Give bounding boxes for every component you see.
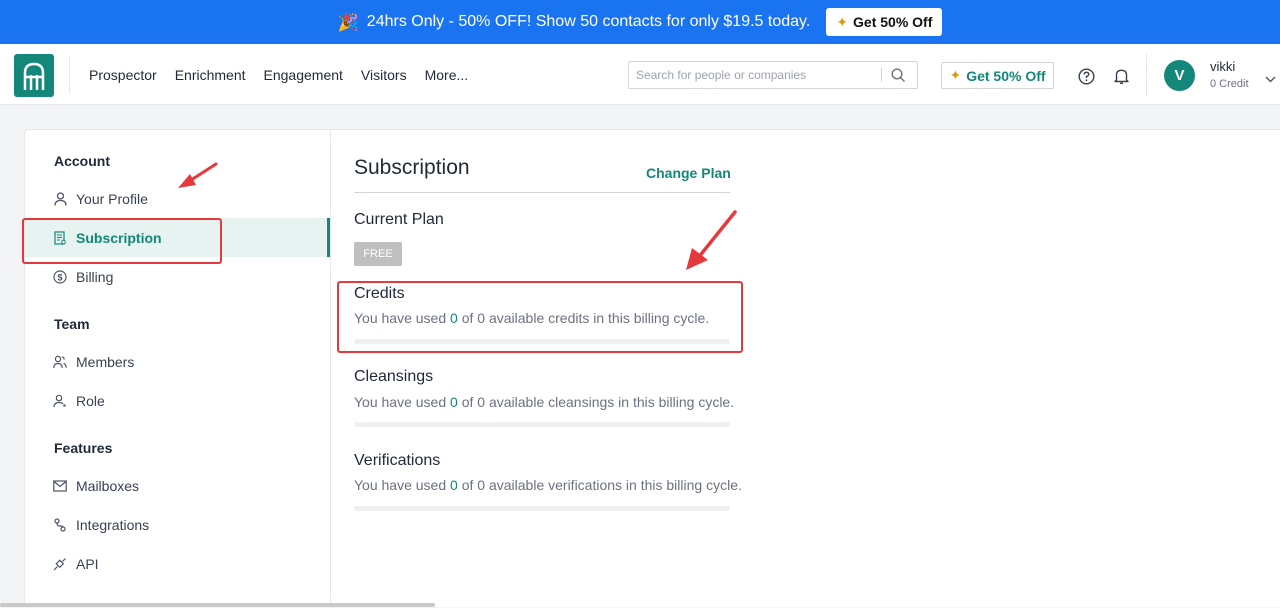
nav-prospector[interactable]: Prospector	[89, 67, 157, 83]
mail-icon	[53, 479, 67, 493]
search-separator	[881, 68, 882, 82]
sidebar-item-label: Billing	[76, 268, 114, 285]
usage-of: of	[461, 394, 474, 410]
verifications-total: 0	[477, 477, 486, 493]
verifications-usage-text: You have used 0 of 0 available verificat…	[354, 477, 742, 493]
promo-button-label: Get 50% Off	[853, 14, 933, 30]
page-title: Subscription	[354, 156, 470, 179]
svg-text:$: $	[57, 272, 62, 282]
verifications-heading: Verifications	[354, 452, 441, 469]
sidebar-item-label: Mailboxes	[76, 477, 140, 494]
search-icon[interactable]	[891, 67, 906, 83]
avatar[interactable]: V	[1164, 60, 1195, 91]
chevron-down-icon[interactable]	[1265, 70, 1276, 88]
sidebar-item-label: Role	[76, 392, 105, 409]
help-icon[interactable]	[1078, 68, 1095, 90]
annotation-arrow-icon	[686, 210, 737, 270]
current-plan-heading: Current Plan	[354, 211, 444, 228]
annotation-arrow-icon	[178, 162, 218, 188]
bell-icon[interactable]	[1113, 67, 1130, 90]
nav-visitors[interactable]: Visitors	[361, 67, 407, 83]
nav-engagement[interactable]: Engagement	[264, 67, 343, 83]
annotation-highlight-credits	[337, 281, 743, 353]
sparkle-icon: ✦	[836, 13, 849, 30]
get-50-off-button[interactable]: ✦ Get 50% Off	[941, 62, 1054, 89]
link-icon	[53, 517, 67, 532]
verifications-progress-bar	[354, 506, 730, 511]
user-icon	[53, 191, 67, 206]
sidebar-item-integrations[interactable]: Integrations	[25, 505, 330, 544]
sidebar-item-label: Integrations	[76, 516, 150, 533]
cleansings-heading: Cleansings	[354, 368, 434, 385]
verifications-suffix: available verifications in this billing …	[488, 477, 742, 493]
usage-of: of	[461, 477, 474, 493]
nav-divider	[69, 56, 70, 94]
sidebar-item-label: Members	[76, 353, 135, 370]
cleansings-suffix: available cleansings in this billing cyc…	[488, 394, 735, 410]
sidebar-item-members[interactable]: Members	[25, 342, 330, 381]
plan-badge: FREE	[354, 242, 402, 266]
user-credit: 0 Credit	[1210, 78, 1249, 90]
top-navigation: Prospector Enrichment Engagement Visitor…	[0, 44, 1280, 105]
user-name[interactable]: vikki	[1210, 59, 1235, 74]
section-title-account: Account	[54, 153, 110, 169]
search-box	[628, 61, 918, 89]
usage-prefix: You have used	[354, 394, 447, 410]
settings-sidebar: Account Your Profile Subscription $ Bill…	[25, 130, 331, 608]
cleansings-total: 0	[477, 394, 486, 410]
usage-prefix: You have used	[354, 477, 447, 493]
annotation-highlight-subscription	[22, 218, 222, 264]
cleansings-usage-text: You have used 0 of 0 available cleansing…	[354, 394, 734, 410]
change-plan-link[interactable]: Change Plan	[646, 165, 731, 181]
party-popper-icon: 🎉	[337, 12, 359, 32]
users-icon	[53, 355, 67, 369]
promo-banner: 🎉 24hrs Only - 50% OFF! Show 50 contacts…	[0, 0, 1280, 44]
nav-divider	[1146, 54, 1147, 96]
nav-enrichment[interactable]: Enrichment	[175, 67, 246, 83]
verifications-used: 0	[450, 477, 458, 493]
section-title-team: Team	[54, 316, 90, 332]
search-input[interactable]	[629, 62, 881, 88]
sidebar-item-role[interactable]: Role	[25, 381, 330, 420]
title-divider	[354, 192, 730, 193]
sidebar-item-label: Your Profile	[76, 190, 148, 207]
nav-more[interactable]: More...	[425, 67, 469, 83]
logo-mark-icon	[23, 62, 45, 90]
main-nav-links: Prospector Enrichment Engagement Visitor…	[89, 44, 468, 105]
section-title-features: Features	[54, 440, 113, 456]
horizontal-scrollbar[interactable]	[0, 603, 435, 607]
promo-text: 24hrs Only - 50% OFF! Show 50 contacts f…	[366, 13, 811, 30]
app-logo[interactable]	[14, 54, 54, 97]
sidebar-item-label: API	[76, 555, 99, 572]
upsell-label: Get 50% Off	[966, 67, 1046, 84]
dollar-icon: $	[53, 269, 67, 284]
promo-get-50-off-button[interactable]: ✦ Get 50% Off	[826, 8, 943, 36]
plug-icon	[53, 557, 67, 571]
settings-card: Account Your Profile Subscription $ Bill…	[24, 129, 1280, 608]
cleansings-used: 0	[450, 394, 458, 410]
sidebar-item-api[interactable]: API	[25, 544, 330, 583]
sparkle-icon: ✦	[949, 67, 962, 83]
cleansings-progress-bar	[354, 422, 730, 427]
role-icon	[53, 394, 67, 408]
sidebar-item-mailboxes[interactable]: Mailboxes	[25, 466, 330, 505]
